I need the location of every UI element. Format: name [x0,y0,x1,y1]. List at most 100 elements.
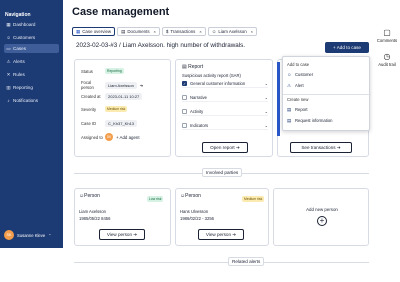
person-card: ☺ Person Medium risk Hans Ulvesson 1986/… [175,188,269,246]
case-id-row: Case ID C_Kh37_Kh13 [81,120,138,127]
document-icon: ▤ [287,106,292,112]
sidebar-item-label: Notifications [13,98,39,103]
checkbox[interactable] [182,123,187,128]
tab-liam-axelsson[interactable]: ☺ Liam Axelsson × [207,27,257,36]
report-section-general[interactable]: ✓ General customer information ⌄ [182,80,268,88]
sidebar-item-label: Reporting [13,85,33,90]
sidebar-item-cases[interactable]: ▭ Cases [4,44,59,53]
user-menu[interactable]: SK Susanne Kleve ⌃ [0,228,63,242]
sidebar-item-reporting[interactable]: ▥ Reporting [4,83,59,92]
menu-item-label: Customer [295,72,314,77]
nav-title: Navigation [5,12,31,18]
menu-item-customer[interactable]: ☺ Customer [287,70,367,79]
document-icon: ▤ [121,28,126,34]
sidebar-item-label: Dashboard [13,22,36,27]
case-id-value: C_Kh37_Kh13 [105,120,138,127]
checkbox[interactable] [182,95,187,100]
comment-icon: ▢ [383,28,391,37]
sidebar-item-dashboard[interactable]: ▦ Dashboard [4,20,59,29]
checkbox[interactable] [182,109,187,114]
audit-trail-button[interactable]: ◷ Audit trail [374,52,400,67]
close-icon[interactable]: × [154,29,156,34]
close-icon[interactable]: × [251,29,253,34]
avatar: SK [4,230,14,240]
menu-item-label: Request information [295,118,333,123]
add-to-case-button[interactable]: + Add to case [325,42,369,53]
clock-icon: ◷ [383,52,391,61]
view-person-button[interactable]: View person ➔ [198,229,244,240]
created-value: 2023-01-11 10:27 [105,93,143,100]
chevron-up-icon: ⌃ [48,232,52,238]
status-badge: Reporting [105,68,124,74]
person-title: Person [84,193,100,199]
report-section-activity[interactable]: Activity ⌄ [182,108,268,116]
page-title: Case management [72,6,170,18]
checkbox-checked[interactable]: ✓ [182,81,187,86]
report-card: ▤ Report Suspicious activity report (SAR… [175,59,273,157]
chevron-down-icon: ⌄ [264,123,268,128]
created-label: Created at [81,94,101,99]
chevron-down-icon: ⌄ [264,81,268,86]
focal-person-value: Liam Axelsson [105,81,137,89]
grid-icon: ▦ [6,21,11,27]
report-section-label: General customer information [190,81,246,86]
risk-badge: Low risk [147,196,164,202]
dollar-icon: $ [165,29,169,34]
chevron-down-icon: ⌄ [264,95,268,100]
person-heading: ☺ Person [180,193,201,199]
tab-documents[interactable]: ▤ Documents × [117,27,160,36]
grid-icon: ▦ [76,28,81,34]
tab-case-overview[interactable]: ▦ Case overview [72,27,116,36]
person-name: Hans Ulvesson [180,209,209,214]
chart-edge [277,62,280,136]
related-alerts-label: Related alerts [228,257,265,266]
status-row: Status Reporting [81,68,124,74]
report-section-indicators[interactable]: Indicators ⌄ [182,122,268,130]
alert-icon: ⚠ [6,58,11,64]
comments-button[interactable]: ▢ Comments [374,28,400,43]
open-report-button[interactable]: Open report ➔ [202,142,248,153]
report-section-label: Indicators [190,123,209,128]
assigned-row: Assigned to DK + Add agent [81,133,140,141]
sidebar-item-notifications[interactable]: ♪ Notifications [4,96,59,105]
divider [74,262,369,263]
person-name: Liam Axelsson [79,209,106,214]
bell-icon: ♪ [7,98,10,103]
report-section-narrative[interactable]: Narrative ⌄ [182,94,268,102]
sidebar-item-label: Customers [13,35,36,40]
created-row: Created at 2023-01-11 10:27 [81,93,143,100]
person-heading: ☺ Person [79,193,100,199]
close-icon[interactable]: × [199,29,201,34]
involved-parties-label: Involved parties [202,168,243,177]
sidebar-item-alerts[interactable]: ⚠ Alerts [4,57,59,66]
sidebar-item-customers[interactable]: ☺ Customers [4,33,59,42]
tab-transactions[interactable]: $ Transactions × [161,27,206,36]
assigned-label: Assigned to [81,134,103,140]
menu-item-report[interactable]: ▤ Report [287,105,367,114]
sidebar-item-label: Rules [13,72,25,77]
case-info-card: Status Reporting Focal person Liam Axels… [74,59,171,157]
add-person-card[interactable]: Add new person + [273,188,369,246]
status-label: Status [81,68,93,74]
person-dob: 1986/02/22 - 3256 [180,216,214,221]
see-transactions-button[interactable]: See transactions ➔ [290,142,352,153]
users-icon: ☺ [6,35,11,40]
view-person-button[interactable]: View person ➔ [99,229,145,240]
report-title: ▤ Report [182,64,203,70]
person-dob: 1985/05/22 8456 [79,216,111,221]
chart-icon: ▥ [6,84,11,90]
document-icon: ▤ [287,117,292,123]
person-card: ☺ Person Low risk Liam Axelsson 1985/05/… [74,188,171,246]
arrow-right-icon[interactable]: ➔ [140,83,144,88]
focal-person-label: Focal person [81,80,94,90]
focal-person-row: Focal person Liam Axelsson ➔ [81,80,143,90]
menu-item-alert[interactable]: ⚠ Alert [287,81,367,90]
menu-item-request-information[interactable]: ▤ Request information [287,116,367,125]
plus-icon[interactable]: + [317,216,327,226]
sidebar-item-rules[interactable]: ✕ Rules [4,70,59,79]
sidebar: Navigation ▦ Dashboard ☺ Customers ▭ Cas… [0,0,63,248]
case-id-label: Case ID [81,121,97,126]
add-agent-button[interactable]: + Add agent [116,135,140,140]
severity-badge: Medium risk [105,106,128,112]
tab-label: Documents [127,29,150,34]
